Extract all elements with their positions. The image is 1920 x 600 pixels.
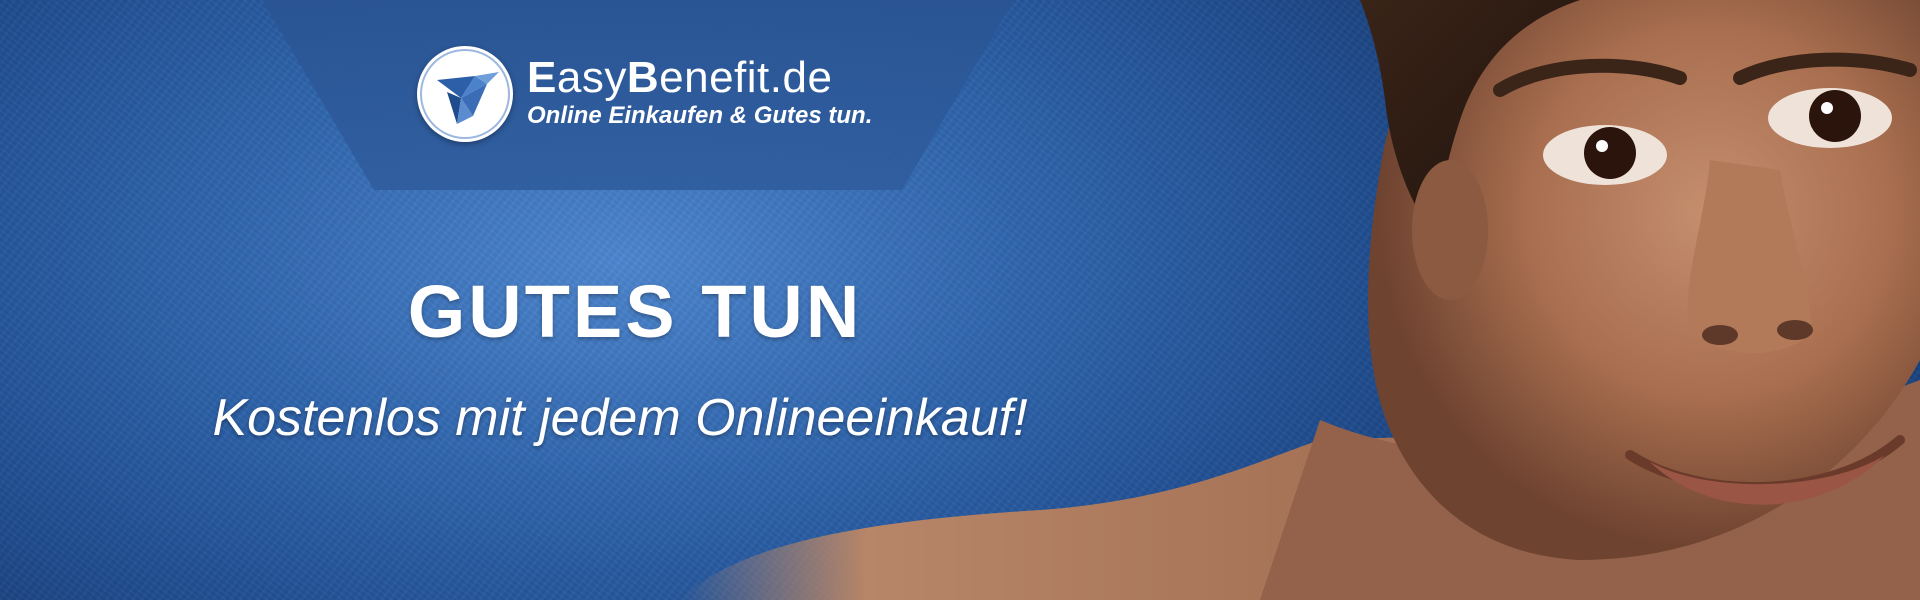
brand-initial-e: E xyxy=(527,53,557,102)
brand-text-asy: asy xyxy=(556,53,627,102)
hero-banner: EasyBenefit.de Online Einkaufen & Gutes … xyxy=(0,0,1920,600)
origami-bird-icon xyxy=(417,46,513,142)
smiling-child-photo xyxy=(620,0,1920,600)
